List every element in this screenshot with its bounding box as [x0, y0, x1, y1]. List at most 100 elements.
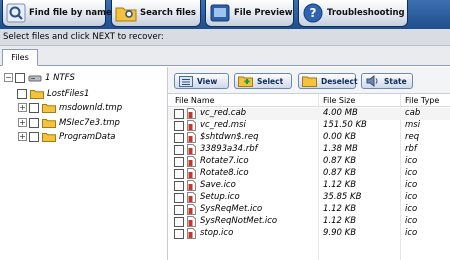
troubleshooting-label: Troubleshooting	[327, 8, 405, 18]
table-row[interactable]: 33893a34.rbf 1.38 MB rbf	[168, 144, 450, 156]
expand-icon[interactable]: +	[18, 132, 27, 141]
row-checkbox[interactable]	[174, 145, 184, 155]
file-size: 0.87 KB	[323, 156, 357, 166]
row-checkbox[interactable]	[174, 181, 184, 191]
file-size: 1.12 KB	[323, 180, 357, 190]
tree-checkbox[interactable]	[29, 102, 39, 113]
table-row[interactable]: vc_red.cab 4.00 MB cab	[168, 108, 450, 120]
table-row[interactable]: Save.ico 1.12 KB ico	[168, 180, 450, 192]
tab-files[interactable]: Files	[2, 49, 38, 66]
file-size: 151.50 KB	[323, 120, 367, 130]
file-icon	[187, 216, 196, 227]
main-toolbar: Find file by name Search files File Prev…	[0, 0, 450, 29]
view-button[interactable]: View	[174, 73, 229, 89]
select-label: Select	[257, 76, 284, 86]
file-name: Rotate7.ico	[200, 156, 249, 166]
row-checkbox[interactable]	[174, 121, 184, 131]
folder-icon	[30, 89, 44, 99]
tree-item-msdownld[interactable]: + msdownld.tmp	[18, 101, 122, 114]
tree-checkbox[interactable]	[15, 72, 25, 83]
file-name: Save.ico	[200, 180, 236, 190]
file-type: ico	[405, 216, 418, 226]
tree-item-label: LostFiles1	[47, 88, 90, 99]
table-row[interactable]: SysReqNotMet.ico 1.12 KB ico	[168, 216, 450, 228]
magnifier-icon	[6, 3, 26, 23]
select-button[interactable]: Select	[234, 73, 292, 89]
column-header-size[interactable]: File Size	[323, 96, 355, 105]
row-checkbox[interactable]	[174, 229, 184, 239]
deselect-label: Deselect	[321, 76, 358, 86]
tree-item-msiec7e3[interactable]: + MSIec7e3.tmp	[18, 116, 120, 129]
file-list-toolbar: View Select Deselect State	[168, 67, 450, 94]
file-type: ico	[405, 228, 418, 238]
file-name: $shtdwn$.req	[200, 132, 259, 142]
file-name: Setup.ico	[200, 192, 240, 202]
collapse-icon[interactable]: −	[4, 73, 13, 82]
expand-icon[interactable]: +	[18, 103, 27, 112]
file-type: ico	[405, 204, 418, 214]
file-icon	[187, 168, 196, 179]
expand-icon[interactable]: +	[18, 118, 27, 127]
file-icon	[187, 144, 196, 155]
tree-item-label: msdownld.tmp	[59, 102, 123, 113]
table-row[interactable]: Rotate8.ico 0.87 KB ico	[168, 168, 450, 180]
table-row[interactable]: stop.ico 9.90 KB ico	[168, 228, 450, 240]
tree-item-label: ProgramData	[59, 131, 116, 142]
help-icon: ?	[302, 3, 324, 23]
file-icon	[187, 228, 196, 239]
state-button[interactable]: State	[361, 73, 413, 89]
preview-icon	[209, 3, 231, 23]
file-icon	[187, 156, 196, 167]
file-type: ico	[405, 180, 418, 190]
file-preview-label: File Preview	[234, 8, 293, 18]
tree-checkbox[interactable]	[29, 117, 39, 128]
file-type: ico	[405, 168, 418, 178]
column-header-type[interactable]: File Type	[405, 96, 439, 105]
tree-root-ntfs[interactable]: − 1 NTFS	[4, 71, 75, 84]
tree-checkbox[interactable]	[17, 88, 27, 99]
instruction-text: Select files and click NEXT to recover:	[0, 29, 450, 46]
tree-item-lostfiles1[interactable]: LostFiles1	[17, 87, 89, 100]
tree-checkbox[interactable]	[29, 131, 39, 142]
file-name: 33893a34.rbf	[200, 144, 258, 154]
row-checkbox[interactable]	[174, 217, 184, 227]
table-row[interactable]: vc_red.msi 151.50 KB msi	[168, 120, 450, 132]
add-select-icon	[238, 75, 254, 87]
row-checkbox[interactable]	[174, 109, 184, 119]
table-row[interactable]: $shtdwn$.req 0.00 KB req	[168, 132, 450, 144]
table-row[interactable]: Setup.ico 35.85 KB ico	[168, 192, 450, 204]
file-type: ico	[405, 192, 418, 202]
troubleshooting-button[interactable]: ? Troubleshooting	[298, 0, 408, 27]
folder-icon	[42, 118, 56, 128]
file-name: SysReqMet.ico	[200, 204, 263, 214]
row-checkbox[interactable]	[174, 157, 184, 167]
file-preview-button[interactable]: File Preview	[205, 0, 294, 27]
file-size: 9.90 KB	[323, 228, 357, 238]
deselect-folder-icon	[302, 75, 318, 87]
file-size: 0.00 KB	[323, 132, 357, 142]
tree-root-label: 1 NTFS	[45, 72, 75, 83]
folder-icon	[42, 103, 56, 113]
file-list-header: File Name File Size File Type	[168, 94, 450, 107]
file-icon	[187, 204, 196, 215]
row-checkbox[interactable]	[174, 193, 184, 203]
table-row[interactable]: Rotate7.ico 0.87 KB ico	[168, 156, 450, 168]
tree-item-programdata[interactable]: + ProgramData	[18, 130, 116, 143]
find-file-by-name-button[interactable]: Find file by name	[2, 0, 112, 27]
deselect-button[interactable]: Deselect	[298, 73, 358, 89]
row-checkbox[interactable]	[174, 169, 184, 179]
drive-icon	[28, 75, 42, 81]
file-size: 1.12 KB	[323, 216, 357, 226]
find-file-by-name-label: Find file by name	[29, 8, 112, 18]
file-size: 35.85 KB	[323, 192, 362, 202]
file-icon	[187, 120, 196, 131]
file-size: 0.87 KB	[323, 168, 357, 178]
file-icon	[187, 180, 196, 191]
folder-search-icon	[115, 3, 137, 23]
column-header-name[interactable]: File Name	[175, 96, 215, 105]
table-row[interactable]: SysReqMet.ico 1.12 KB ico	[168, 204, 450, 216]
state-label: State	[384, 76, 407, 86]
row-checkbox[interactable]	[174, 133, 184, 143]
row-checkbox[interactable]	[174, 205, 184, 215]
search-files-button[interactable]: Search files	[111, 0, 201, 27]
